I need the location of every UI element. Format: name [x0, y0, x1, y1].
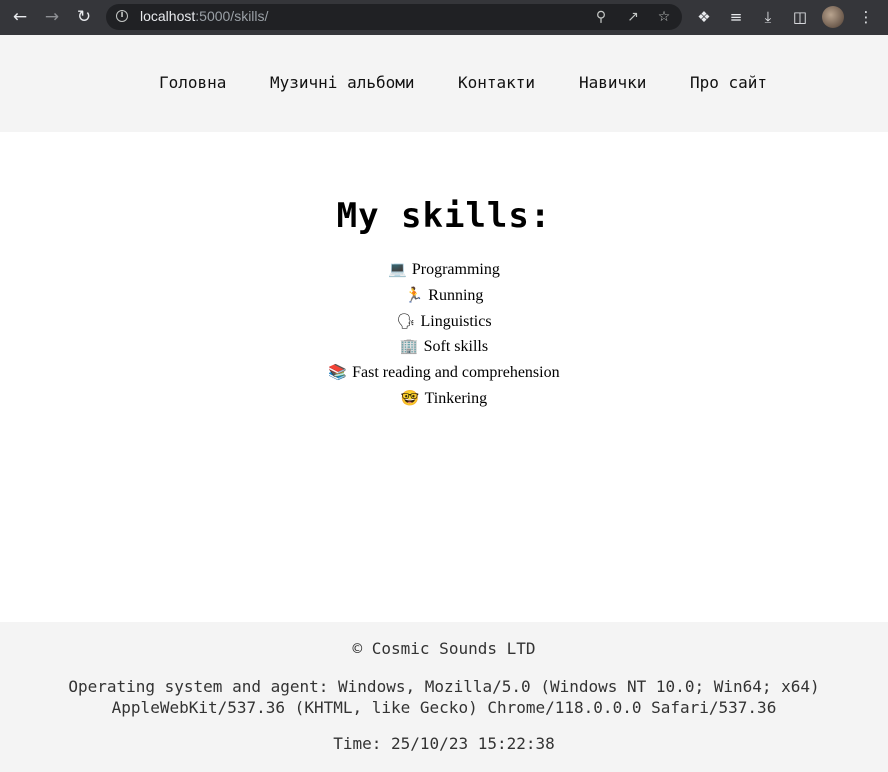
url-host: localhost — [140, 8, 196, 24]
skill-item: 💻 Programming — [0, 260, 888, 286]
timestamp: Time: 25/10/23 15:22:38 — [333, 734, 555, 753]
site-footer: © Cosmic Sounds LTD Operating system and… — [0, 622, 888, 772]
laptop-icon: 💻 — [388, 262, 407, 278]
url-path: :5000/skills/ — [195, 8, 269, 24]
skill-label: Tinkering — [424, 389, 488, 407]
speaking-head-icon: 🗣 — [396, 313, 416, 330]
nav-item-home[interactable]: Головна — [159, 73, 226, 92]
copyright-text: © Cosmic Sounds LTD — [352, 639, 536, 658]
user-agent-line: Operating system and agent: Windows, Moz… — [68, 677, 820, 696]
bookmark-star-icon[interactable]: ☆ — [655, 8, 673, 26]
user-agent-line: AppleWebKit/537.36 (KHTML, like Gecko) C… — [111, 698, 777, 717]
nav-item-contacts[interactable]: Контакти — [458, 73, 535, 92]
skill-label: Fast reading and comprehension — [352, 364, 560, 382]
download-icon[interactable]: ⤓ — [758, 7, 778, 27]
side-panel-icon[interactable]: ◫ — [790, 7, 810, 27]
skill-label: Running — [428, 286, 484, 304]
menu-kebab-icon[interactable]: ⋮ — [856, 7, 876, 27]
nav-item-albums[interactable]: Музичні альбоми — [270, 73, 415, 92]
main-content: My skills: 💻 Programming 🏃 Running 🗣 Lingui… — [0, 132, 888, 622]
page-title: My skills: — [336, 196, 552, 236]
back-icon[interactable]: ← — [8, 6, 32, 28]
user-agent-info: Operating system and agent: Windows, Moz… — [0, 676, 888, 718]
runner-icon: 🏃 — [404, 287, 424, 304]
url-text[interactable]: localhost:5000/skills/ — [140, 8, 268, 24]
skill-item: 🏢 Soft skills — [0, 337, 888, 363]
skill-item: 🗣 Linguistics — [0, 312, 888, 338]
media-queue-icon[interactable]: ≡ — [726, 7, 746, 27]
nav-item-skills[interactable]: Навички — [579, 73, 646, 92]
office-building-icon: 🏢 — [399, 339, 419, 356]
skill-item: 🤓 Tinkering — [0, 389, 888, 415]
extensions-icon[interactable]: ❖ — [694, 7, 714, 27]
forward-icon[interactable]: → — [40, 6, 64, 28]
skill-item: 🏃 Running — [0, 286, 888, 312]
nav-item-about[interactable]: Про сайт — [690, 73, 767, 92]
skill-item: 📚 Fast reading and comprehension — [0, 363, 888, 389]
reload-icon[interactable]: ↻ — [72, 6, 96, 28]
skill-label: Linguistics — [420, 312, 492, 330]
zoom-icon[interactable]: ⚲ — [592, 8, 610, 26]
skills-list: 💻 Programming 🏃 Running 🗣 Linguistics 🏢 Soft… — [0, 260, 888, 415]
site-info-icon[interactable]: i — [116, 10, 128, 22]
address-bar[interactable]: i localhost:5000/skills/ ⚲ ↗ ☆ — [106, 4, 682, 30]
site-header: Головна Музичні альбоми Контакти Навички… — [0, 35, 888, 132]
browser-toolbar: ← → ↻ i localhost:5000/skills/ ⚲ ↗ ☆ ❖ ≡… — [0, 0, 888, 35]
skill-label: Soft skills — [423, 338, 489, 356]
nerd-face-icon: 🤓 — [400, 390, 420, 407]
share-icon[interactable]: ↗ — [624, 8, 642, 26]
skill-label: Programming — [411, 261, 500, 278]
profile-avatar[interactable] — [822, 6, 844, 28]
books-icon: 📚 — [328, 365, 348, 382]
